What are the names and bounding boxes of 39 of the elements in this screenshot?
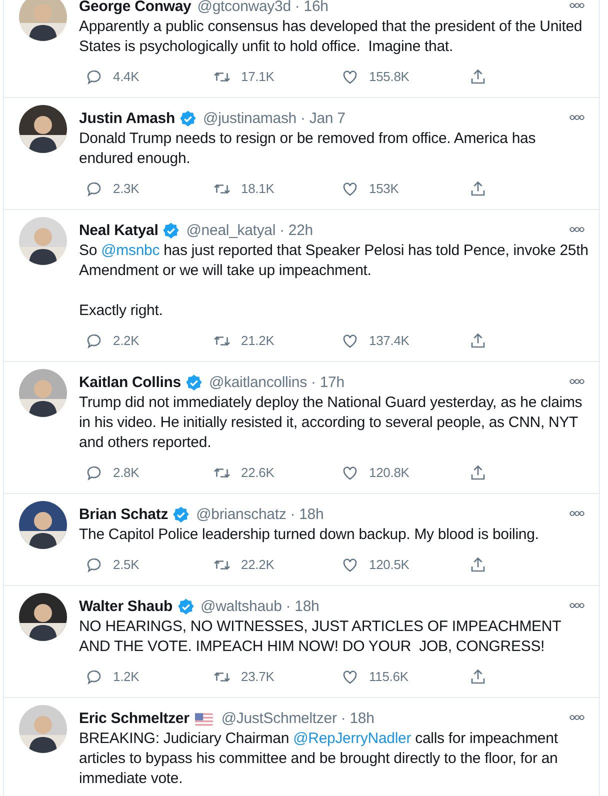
retweet-count: 21.2K [241, 332, 274, 350]
retweet-count: 18.1K [241, 180, 274, 198]
tweet-text: So @msnbc has just reported that Speaker Pelosi has told Pence, invoke 25th Amendment or we will take up impeachment. Exactly right. [79, 241, 590, 321]
handle-and-time: @brianschatz · 18h [196, 505, 324, 525]
handle-and-time: @JustSchmeltzer · 18h [221, 709, 374, 729]
retweet-count: 23.7K [241, 668, 274, 686]
like-count: 120.8K [369, 464, 410, 482]
like-count: 137.4K [369, 332, 410, 350]
author-name[interactable]: Eric Schmeltzer [79, 709, 190, 729]
author-name[interactable]: Kaitlan Collins [79, 373, 181, 393]
reply-count: 2.5K [113, 556, 140, 574]
reply-count: 2.3K [113, 180, 140, 198]
retweet-count: 22.2K [241, 556, 274, 574]
author-name[interactable]: George Conway [79, 0, 192, 17]
reply-count: 1.2K [113, 668, 140, 686]
tweet-text: Donald Trump needs to resign or be removed from office. America has endured enough. [79, 129, 537, 169]
handle-and-time: @neal_katyal · 22h [186, 221, 314, 241]
tweet-text: Apparently a public consensus has developed that the president of the United States is psychologically unfit to hold office. Imagine that. [79, 17, 584, 57]
retweet-count: 22.6K [241, 464, 274, 482]
retweet-count: 17.1K [241, 68, 274, 86]
handle-and-time: @waltshaub · 18h [200, 597, 320, 617]
author-name[interactable]: Justin Amash [79, 109, 176, 129]
tweet-text: Trump did not immediately deploy the National Guard yesterday, as he claims in his video. He initially resisted it, according to several people, as CNN, NYT and others reported. [79, 393, 584, 453]
handle-and-time: @gtconway3d · 16h [197, 0, 328, 17]
author-name[interactable]: Walter Shaub [79, 597, 172, 617]
author-name[interactable]: Brian Schatz [79, 505, 168, 525]
like-count: 155.8K [369, 68, 410, 86]
tweet-text: The Capitol Police leadership turned down backup. My blood is boiling. [79, 525, 540, 545]
tweet-text: BREAKING: Judiciary Chairman @RepJerryNadler calls for impeachment articles to bypass his committee and be brought directly to the floor, for an immediate vote. [79, 729, 559, 789]
handle-and-time: @justinamash · Jan 7 [203, 109, 346, 129]
author-name[interactable]: Neal Katyal [79, 221, 158, 241]
reply-count: 2.8K [113, 464, 140, 482]
reply-count: 4.4K [113, 68, 140, 86]
tweet-text: NO HEARINGS, NO WITNESSES, JUST ARTICLES OF IMPEACHMENT AND THE VOTE. IMPEACH HIM NOW! DO YOUR JOB, CONGRESS! [79, 617, 562, 657]
like-count: 120.5K [369, 556, 410, 574]
handle-and-time: @kaitlancollins · 17h [208, 373, 344, 393]
like-count: 153K [369, 180, 399, 198]
like-count: 115.6K [369, 668, 408, 686]
reply-count: 2.2K [113, 332, 140, 350]
